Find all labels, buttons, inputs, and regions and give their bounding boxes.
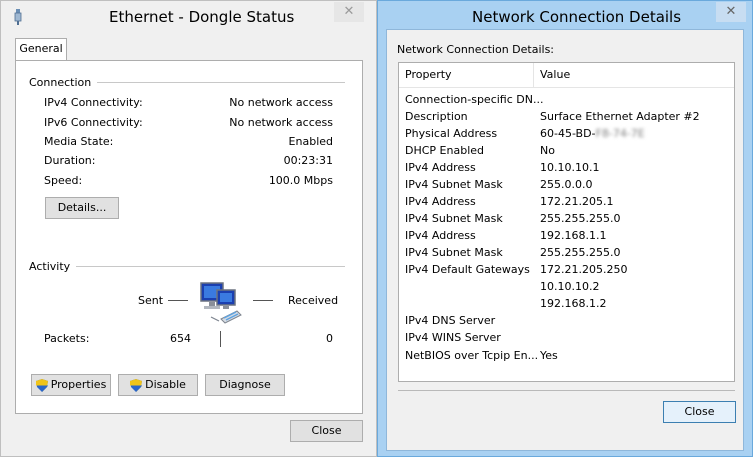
table-row[interactable]: IPv4 Subnet Mask 255.0.0.0 <box>399 176 729 193</box>
row-property: Connection-specific DN... <box>405 93 544 106</box>
packets-label: Packets: <box>44 332 90 345</box>
network-details-window: Network Connection Details ✕ Network Con… <box>377 0 753 457</box>
row-value: 172.21.205.1 <box>540 195 614 208</box>
details-listview[interactable]: Property Value Connection-specific DN...… <box>398 62 735 382</box>
ipv6-connectivity-label: IPv6 Connectivity: <box>44 116 143 129</box>
network-adapter-icon <box>14 9 22 25</box>
details-content-panel: Network Connection Details: Property Val… <box>386 29 744 451</box>
row-value: 255.255.255.0 <box>540 212 621 225</box>
row-value: 192.168.1.2 <box>540 297 607 310</box>
table-row[interactable]: Connection-specific DN... <box>399 91 729 108</box>
row-property: IPv4 DNS Server <box>405 314 496 327</box>
table-row[interactable]: Physical Address 60-45-BD-F8-74-7E <box>399 125 729 142</box>
activity-separator <box>220 331 221 347</box>
ipv6-connectivity-value: No network access <box>229 116 333 129</box>
details-close-icon[interactable]: ✕ <box>716 2 746 22</box>
row-value: 255.255.255.0 <box>540 246 621 259</box>
table-row[interactable]: 192.168.1.2 <box>399 295 729 312</box>
ethernet-status-window: Ethernet - Dongle Status ✕ General Conne… <box>0 0 377 457</box>
row-property: IPv4 WINS Server <box>405 331 501 344</box>
activity-group-title: Activity <box>29 260 77 273</box>
media-state-value: Enabled <box>288 135 333 148</box>
table-row[interactable]: IPv4 Address 172.21.205.1 <box>399 193 729 210</box>
details-titlebar[interactable]: Network Connection Details ✕ <box>378 1 752 31</box>
details-button[interactable]: Details... <box>45 197 119 219</box>
tab-general[interactable]: General <box>15 38 67 61</box>
table-row[interactable]: IPv4 DNS Server <box>399 312 729 329</box>
row-value: 172.21.205.250 <box>540 263 628 276</box>
table-row[interactable]: IPv4 Subnet Mask 255.255.255.0 <box>399 210 729 227</box>
received-line <box>253 300 273 301</box>
sent-line <box>168 300 188 301</box>
table-row[interactable]: IPv4 Subnet Mask 255.255.255.0 <box>399 244 729 261</box>
row-property: DHCP Enabled <box>405 144 485 157</box>
column-header-value[interactable]: Value <box>540 63 570 87</box>
column-divider[interactable] <box>533 63 534 87</box>
row-property: IPv4 Address <box>405 161 476 174</box>
row-value: 10.10.10.1 <box>540 161 600 174</box>
packets-sent-value: 654 <box>170 332 191 345</box>
received-label: Received <box>288 294 339 307</box>
connection-group-title: Connection <box>29 76 98 89</box>
media-state-label: Media State: <box>44 135 114 148</box>
properties-button-label: Properties <box>50 378 107 391</box>
speed-value: 100.0 Mbps <box>268 174 333 187</box>
row-property: IPv4 Subnet Mask <box>405 178 503 191</box>
sent-label: Sent <box>138 294 164 307</box>
activity-group-line <box>29 266 345 267</box>
column-header-property[interactable]: Property <box>405 63 452 87</box>
table-row[interactable]: DHCP Enabled No <box>399 142 729 159</box>
details-close-button[interactable]: Close <box>663 401 736 423</box>
row-value-redacted: F8-74-7E <box>595 127 645 140</box>
disable-button-label: Disable <box>145 378 186 391</box>
table-row[interactable]: NetBIOS over Tcpip En... Yes <box>399 347 729 364</box>
ipv4-connectivity-value: No network access <box>229 96 333 109</box>
properties-button[interactable]: Properties <box>31 374 111 396</box>
row-property: Physical Address <box>405 127 498 140</box>
uac-shield-icon <box>35 378 48 392</box>
ipv4-connectivity-label: IPv4 Connectivity: <box>44 96 143 109</box>
details-window-title: Network Connection Details <box>472 8 682 26</box>
table-row[interactable]: IPv4 Default Gateways 172.21.205.250 <box>399 261 729 278</box>
row-property: IPv4 Default Gateways <box>405 263 530 276</box>
row-value: Surface Ethernet Adapter #2 <box>540 110 700 123</box>
footer-separator <box>398 390 735 391</box>
status-close-button[interactable]: Close <box>290 420 363 442</box>
network-activity-icon <box>200 282 242 324</box>
header-separator <box>399 87 734 88</box>
status-titlebar[interactable]: Ethernet - Dongle Status ✕ <box>1 1 376 31</box>
row-value: No <box>540 144 555 157</box>
general-tab-panel <box>15 60 363 414</box>
table-row[interactable]: 10.10.10.2 <box>399 278 729 295</box>
disable-button[interactable]: Disable <box>118 374 198 396</box>
table-row[interactable]: IPv4 Address 192.168.1.1 <box>399 227 729 244</box>
row-value: 255.0.0.0 <box>540 178 593 191</box>
status-window-title: Ethernet - Dongle Status <box>109 8 295 26</box>
table-row[interactable]: IPv4 Address 10.10.10.1 <box>399 159 729 176</box>
speed-label: Speed: <box>44 174 83 187</box>
status-close-icon[interactable]: ✕ <box>334 2 364 22</box>
row-property: NetBIOS over Tcpip En... <box>405 349 539 362</box>
diagnose-button[interactable]: Diagnose <box>205 374 285 396</box>
row-property: Description <box>405 110 468 123</box>
row-property: IPv4 Address <box>405 195 476 208</box>
row-value: 192.168.1.1 <box>540 229 607 242</box>
details-caption: Network Connection Details: <box>397 43 555 56</box>
duration-label: Duration: <box>44 154 96 167</box>
table-row[interactable]: Description Surface Ethernet Adapter #2 <box>399 108 729 125</box>
row-value: 60-45-BD- <box>540 127 596 140</box>
uac-shield-icon <box>130 378 143 392</box>
duration-value: 00:23:31 <box>283 154 333 167</box>
row-property: IPv4 Subnet Mask <box>405 246 503 259</box>
packets-received-value: 0 <box>326 332 333 345</box>
row-value: 10.10.10.2 <box>540 280 600 293</box>
row-property: IPv4 Subnet Mask <box>405 212 503 225</box>
table-row[interactable]: IPv4 WINS Server <box>399 329 729 346</box>
row-value: Yes <box>540 349 558 362</box>
row-property: IPv4 Address <box>405 229 476 242</box>
